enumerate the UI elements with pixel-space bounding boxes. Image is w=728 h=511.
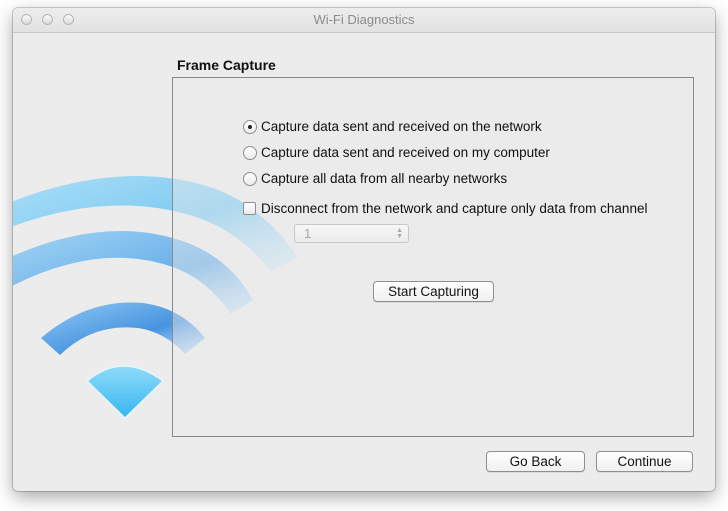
go-back-button[interactable]: Go Back bbox=[486, 451, 585, 472]
channel-select[interactable]: 1 ▲ ▼ bbox=[294, 224, 409, 243]
disconnect-checkbox[interactable] bbox=[243, 202, 256, 215]
option-disconnect[interactable]: Disconnect from the network and capture … bbox=[243, 201, 647, 216]
option-capture-all[interactable]: Capture all data from all nearby network… bbox=[243, 171, 507, 186]
radio-capture-computer[interactable] bbox=[243, 145, 257, 160]
wifi-diagnostics-window: Wi-Fi Diagnostics Frame Capture Capture … bbox=[13, 8, 715, 491]
radio-capture-all[interactable] bbox=[243, 171, 257, 186]
option-capture-network[interactable]: Capture data sent and received on the ne… bbox=[243, 119, 542, 134]
title-bar: Wi-Fi Diagnostics bbox=[13, 8, 715, 33]
option-capture-computer[interactable]: Capture data sent and received on my com… bbox=[243, 145, 550, 160]
option-label: Capture data sent and received on my com… bbox=[261, 145, 550, 160]
frame-capture-panel: Capture data sent and received on the ne… bbox=[172, 77, 694, 437]
option-label: Capture data sent and received on the ne… bbox=[261, 119, 542, 134]
start-capturing-button[interactable]: Start Capturing bbox=[373, 281, 494, 302]
section-title: Frame Capture bbox=[177, 57, 276, 73]
disconnect-label: Disconnect from the network and capture … bbox=[261, 201, 648, 216]
option-label: Capture all data from all nearby network… bbox=[261, 171, 508, 186]
stepper-arrows-icon: ▲ ▼ bbox=[396, 227, 403, 240]
window-title: Wi-Fi Diagnostics bbox=[313, 12, 415, 27]
radio-capture-network[interactable] bbox=[243, 119, 257, 134]
continue-button[interactable]: Continue bbox=[596, 451, 693, 472]
channel-value: 1 bbox=[304, 226, 312, 241]
